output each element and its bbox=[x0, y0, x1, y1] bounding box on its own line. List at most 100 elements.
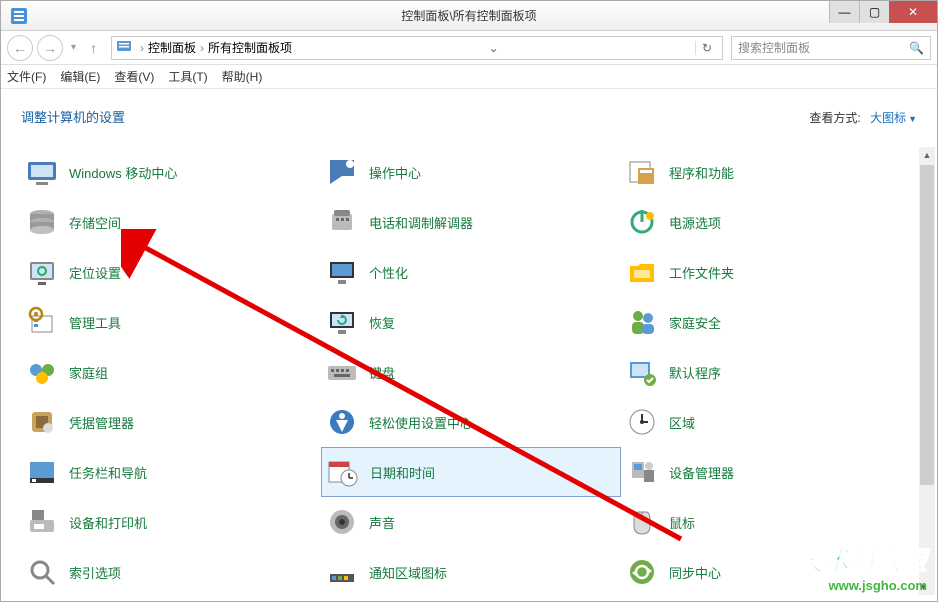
item-label: 工作文件夹 bbox=[669, 263, 734, 282]
control-panel-item-work-folders[interactable]: 工作文件夹 bbox=[621, 247, 921, 297]
control-panel-item-personalization[interactable]: 个性化 bbox=[321, 247, 621, 297]
item-label: 管理工具 bbox=[69, 313, 121, 332]
chevron-down-icon: ▼ bbox=[908, 114, 917, 124]
keyboard-icon bbox=[325, 355, 359, 389]
titlebar: 控制面板\所有控制面板项 — ▢ ✕ bbox=[1, 1, 937, 31]
control-panel-item-credentials[interactable]: 凭据管理器 bbox=[21, 397, 321, 447]
control-panel-item-date-time[interactable]: 日期和时间 bbox=[321, 447, 621, 497]
menu-tools[interactable]: 工具(T) bbox=[168, 68, 207, 85]
column-1: 操作中心电话和调制解调器个性化恢复键盘轻松使用设置中心日期和时间声音通知区域图标 bbox=[321, 147, 621, 595]
history-dropdown[interactable]: ▾ bbox=[67, 42, 80, 53]
back-button[interactable]: ← bbox=[7, 35, 33, 61]
control-panel-item-default-programs[interactable]: 默认程序 bbox=[621, 347, 921, 397]
scroll-up-button[interactable]: ▲ bbox=[919, 147, 935, 163]
search-icon[interactable]: 🔍 bbox=[909, 41, 924, 55]
sound-icon bbox=[325, 505, 359, 539]
address-dropdown[interactable]: ⌄ bbox=[484, 41, 502, 55]
storage-icon bbox=[25, 205, 59, 239]
device-manager-icon bbox=[625, 455, 659, 489]
control-panel-item-admin-tools[interactable]: 管理工具 bbox=[21, 297, 321, 347]
breadcrumb-control-panel[interactable]: 控制面板 bbox=[148, 39, 196, 56]
control-panel-item-device-manager[interactable]: 设备管理器 bbox=[621, 447, 921, 497]
admin-tools-icon bbox=[25, 305, 59, 339]
scroll-down-button[interactable]: ▼ bbox=[919, 579, 928, 595]
control-panel-item-mouse[interactable]: 鼠标 bbox=[621, 497, 921, 547]
work-folders-icon bbox=[625, 255, 659, 289]
control-panel-item-action-center[interactable]: 操作中心 bbox=[321, 147, 621, 197]
default-programs-icon bbox=[625, 355, 659, 389]
menu-file[interactable]: 文件(F) bbox=[7, 68, 46, 85]
view-mode-dropdown[interactable]: 大图标▼ bbox=[870, 111, 917, 125]
item-label: 设备和打印机 bbox=[69, 513, 147, 532]
control-panel-item-devices-printers[interactable]: 设备和打印机 bbox=[21, 497, 321, 547]
close-button[interactable]: ✕ bbox=[889, 1, 937, 23]
control-panel-item-keyboard[interactable]: 键盘 bbox=[321, 347, 621, 397]
control-panel-item-family-safety[interactable]: 家庭安全 bbox=[621, 297, 921, 347]
programs-icon bbox=[625, 155, 659, 189]
recovery-icon bbox=[325, 305, 359, 339]
control-panel-item-location[interactable]: 定位设置 bbox=[21, 247, 321, 297]
taskbar-icon bbox=[25, 455, 59, 489]
scroll-thumb[interactable] bbox=[920, 165, 934, 485]
control-panel-item-recovery[interactable]: 恢复 bbox=[321, 297, 621, 347]
maximize-button[interactable]: ▢ bbox=[859, 1, 889, 23]
menu-edit[interactable]: 编辑(E) bbox=[60, 68, 100, 85]
control-panel-item-ease-of-access[interactable]: 轻松使用设置中心 bbox=[321, 397, 621, 447]
control-panel-item-taskbar[interactable]: 任务栏和导航 bbox=[21, 447, 321, 497]
control-panel-item-programs[interactable]: 程序和功能 bbox=[621, 147, 921, 197]
item-label: 键盘 bbox=[369, 363, 395, 382]
item-label: 恢复 bbox=[369, 313, 395, 332]
breadcrumb-all-items[interactable]: 所有控制面板项 bbox=[208, 39, 292, 56]
item-label: 鼠标 bbox=[669, 513, 695, 532]
credentials-icon bbox=[25, 405, 59, 439]
vertical-scrollbar[interactable]: ▲ ▼ bbox=[919, 147, 935, 595]
search-input[interactable]: 搜索控制面板 🔍 bbox=[731, 36, 931, 60]
column-0: Windows 移动中心存储空间定位设置管理工具家庭组凭据管理器任务栏和导航设备… bbox=[21, 147, 321, 595]
control-panel-item-sync-center[interactable]: 同步中心 bbox=[621, 547, 921, 595]
up-button[interactable]: ↑ bbox=[84, 40, 103, 56]
content-header: 调整计算机的设置 查看方式: 大图标▼ bbox=[21, 107, 917, 126]
item-label: 操作中心 bbox=[369, 163, 421, 182]
control-panel-item-homegroup[interactable]: 家庭组 bbox=[21, 347, 321, 397]
item-label: 家庭安全 bbox=[669, 313, 721, 332]
item-label: 通知区域图标 bbox=[369, 563, 447, 582]
phone-modem-icon bbox=[325, 205, 359, 239]
item-label: 任务栏和导航 bbox=[69, 463, 147, 482]
page-heading: 调整计算机的设置 bbox=[21, 107, 125, 126]
ease-of-access-icon bbox=[325, 405, 359, 439]
control-panel-item-storage[interactable]: 存储空间 bbox=[21, 197, 321, 247]
item-label: 定位设置 bbox=[69, 263, 121, 282]
address-bar[interactable]: › 控制面板 › 所有控制面板项 ⌄ ↻ bbox=[111, 36, 723, 60]
navigation-bar: ← → ▾ ↑ › 控制面板 › 所有控制面板项 ⌄ ↻ 搜索控制面板 🔍 bbox=[1, 31, 937, 65]
item-label: 电源选项 bbox=[669, 213, 721, 232]
menu-bar: 文件(F) 编辑(E) 查看(V) 工具(T) 帮助(H) bbox=[1, 65, 937, 89]
region-icon bbox=[625, 405, 659, 439]
item-label: 程序和功能 bbox=[669, 163, 734, 182]
minimize-button[interactable]: — bbox=[829, 1, 859, 23]
menu-help[interactable]: 帮助(H) bbox=[222, 68, 263, 85]
item-label: 个性化 bbox=[369, 263, 408, 282]
view-mode-label: 查看方式: bbox=[809, 111, 860, 125]
item-label: 存储空间 bbox=[69, 213, 121, 232]
window-icon bbox=[9, 6, 29, 26]
power-icon bbox=[625, 205, 659, 239]
control-panel-item-mobility[interactable]: Windows 移动中心 bbox=[21, 147, 321, 197]
window-title: 控制面板\所有控制面板项 bbox=[401, 7, 536, 24]
control-panel-item-power[interactable]: 电源选项 bbox=[621, 197, 921, 247]
notification-area-icon bbox=[325, 555, 359, 589]
family-safety-icon bbox=[625, 305, 659, 339]
action-center-icon bbox=[325, 155, 359, 189]
control-panel-item-indexing[interactable]: 索引选项 bbox=[21, 547, 321, 595]
refresh-button[interactable]: ↻ bbox=[695, 41, 718, 55]
control-panel-item-sound[interactable]: 声音 bbox=[321, 497, 621, 547]
item-label: 凭据管理器 bbox=[69, 413, 134, 432]
menu-view[interactable]: 查看(V) bbox=[114, 68, 154, 85]
column-2: 程序和功能电源选项工作文件夹家庭安全默认程序区域设备管理器鼠标同步中心 bbox=[621, 147, 921, 595]
control-panel-item-phone-modem[interactable]: 电话和调制解调器 bbox=[321, 197, 621, 247]
item-label: 声音 bbox=[369, 513, 395, 532]
control-panel-item-region[interactable]: 区域 bbox=[621, 397, 921, 447]
forward-button[interactable]: → bbox=[37, 35, 63, 61]
control-panel-item-notification-area[interactable]: 通知区域图标 bbox=[321, 547, 621, 595]
item-label: 家庭组 bbox=[69, 363, 108, 382]
item-label: 默认程序 bbox=[669, 363, 721, 382]
